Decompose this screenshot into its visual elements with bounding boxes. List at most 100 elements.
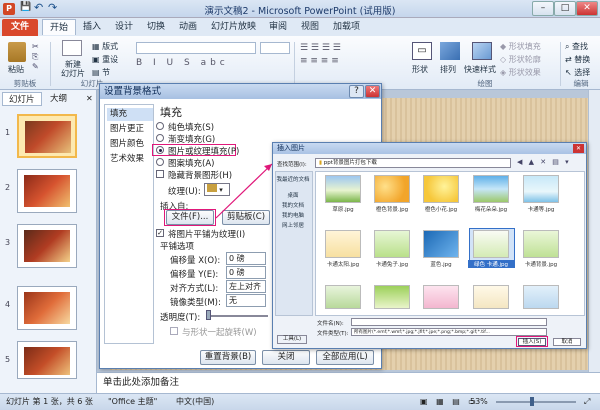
shape-effects-button[interactable]: ◈ 形状效果: [500, 67, 541, 78]
rotate-checkbox[interactable]: [170, 327, 178, 335]
new-slide-button[interactable]: 新建 幻灯片: [58, 60, 88, 78]
save-icon[interactable]: 💾: [20, 2, 31, 12]
cut-copy-icons[interactable]: ✂ ⎘ ✎: [32, 42, 42, 72]
solid-fill-radio[interactable]: [156, 122, 164, 130]
offset-y-input[interactable]: 0 磅: [226, 266, 266, 279]
minimize-button[interactable]: –: [532, 1, 554, 16]
select-button[interactable]: ↖ 选择: [565, 67, 590, 78]
shape-outline-button[interactable]: ◇ 形状轮廓: [500, 54, 541, 65]
help-button[interactable]: ?: [349, 85, 364, 98]
paste-button[interactable]: 粘贴: [8, 64, 24, 75]
zoom-slider[interactable]: [496, 401, 576, 403]
tab-outline-pane[interactable]: 大纲: [44, 92, 73, 106]
file-button[interactable]: 文件(F)...: [166, 210, 214, 225]
reset-background-button[interactable]: 重置背景(B): [200, 350, 256, 365]
slide-thumbnail[interactable]: [17, 114, 77, 158]
nav-fill[interactable]: 填充: [107, 108, 153, 121]
transparency-slider[interactable]: [208, 315, 268, 317]
transparency-slider-thumb[interactable]: [206, 310, 211, 320]
file-thumbnail[interactable]: [325, 175, 361, 203]
slide-thumbnail[interactable]: [17, 169, 77, 213]
file-thumbnail[interactable]: [374, 230, 410, 258]
filename-input[interactable]: [351, 318, 547, 326]
zoom-slider-thumb[interactable]: [530, 397, 534, 406]
nav-artistic-effects[interactable]: 艺术效果: [107, 153, 153, 166]
arrange-icon[interactable]: [440, 42, 460, 60]
close-button[interactable]: ✕: [576, 1, 598, 16]
tab-design[interactable]: 设计: [108, 19, 140, 35]
shape-fill-button[interactable]: ◆ 形状填充: [500, 41, 541, 52]
file-thumbnail[interactable]: [473, 285, 509, 309]
place-computer[interactable]: 我的电脑: [276, 211, 310, 219]
redo-icon[interactable]: ↷: [48, 1, 57, 14]
look-in-dropdown[interactable]: ▮ ppt背景图片打包下载: [315, 158, 511, 168]
file-thumbnail[interactable]: [423, 230, 459, 258]
dialog-close-button[interactable]: ✕: [365, 85, 380, 98]
nav-picture-corrections[interactable]: 图片更正: [107, 123, 153, 136]
tab-view[interactable]: 视图: [294, 19, 326, 35]
file-thumbnail[interactable]: [423, 285, 459, 309]
font-size-box[interactable]: [260, 42, 290, 54]
pattern-fill-radio[interactable]: [156, 158, 164, 166]
file-thumbnail[interactable]: [523, 285, 559, 309]
shape-button[interactable]: 形状: [412, 64, 428, 75]
hide-bg-checkbox[interactable]: [156, 170, 164, 178]
tab-insert[interactable]: 插入: [76, 19, 108, 35]
shape-icon[interactable]: ▭: [412, 42, 432, 60]
gradient-fill-radio[interactable]: [156, 134, 164, 142]
close-dialog-button[interactable]: 关闭: [262, 350, 310, 365]
font-box[interactable]: [136, 42, 256, 54]
file-thumbnail[interactable]: [374, 285, 410, 309]
close-pane-icon[interactable]: ✕: [86, 94, 93, 103]
replace-button[interactable]: ⇄ 替换: [565, 54, 590, 65]
tab-addins[interactable]: 加载项: [326, 19, 367, 35]
file-thumbnail[interactable]: [523, 175, 559, 203]
offset-x-input[interactable]: 0 磅: [226, 252, 266, 265]
reset-button[interactable]: ▣ 重设: [92, 54, 118, 65]
vertical-scrollbar[interactable]: [588, 90, 600, 372]
tab-file[interactable]: 文件: [2, 19, 38, 36]
layout-button[interactable]: ▦ 版式: [92, 41, 118, 52]
file-thumbnail[interactable]: [423, 175, 459, 203]
slide-thumbnail[interactable]: [17, 286, 77, 330]
tab-slideshow[interactable]: 幻灯片放映: [204, 19, 263, 35]
tab-transitions[interactable]: 切换: [140, 19, 172, 35]
font-format-buttons[interactable]: B I U S abc: [136, 58, 286, 70]
find-button[interactable]: ⌕ 查找: [565, 41, 588, 52]
tab-slides-pane[interactable]: 幻灯片: [2, 92, 42, 106]
tab-home[interactable]: 开始: [42, 19, 77, 35]
slide-thumbnail[interactable]: [17, 224, 77, 268]
dialog-close-button[interactable]: ✕: [573, 144, 584, 153]
place-recent[interactable]: 我最近的文档: [276, 175, 310, 183]
paste-icon[interactable]: [8, 42, 26, 62]
file-thumbnail[interactable]: [473, 175, 509, 203]
quick-styles-button[interactable]: 快速样式: [464, 64, 496, 75]
apply-all-button[interactable]: 全部应用(L): [316, 350, 374, 365]
notes-area[interactable]: 单击此处添加备注: [97, 372, 600, 393]
tab-animations[interactable]: 动画: [172, 19, 204, 35]
tools-button[interactable]: 工具(L): [277, 335, 307, 344]
cancel-button[interactable]: 取消: [553, 338, 581, 346]
nav-picture-color[interactable]: 图片颜色: [107, 138, 153, 151]
insert-button[interactable]: 插入(S): [518, 338, 546, 346]
tab-review[interactable]: 审阅: [262, 19, 294, 35]
section-button[interactable]: ▤ 节: [92, 67, 110, 78]
place-network[interactable]: 网上邻居: [276, 221, 310, 229]
quick-styles-icon[interactable]: [472, 42, 492, 60]
maximize-button[interactable]: □: [554, 1, 576, 16]
file-thumbnail[interactable]: [374, 175, 410, 203]
file-thumbnail[interactable]: [523, 230, 559, 258]
filetype-dropdown[interactable]: 所有图片(*.emf;*.wmf;*.jpg;*.jfif;*.jpe;*.pn…: [351, 328, 547, 336]
file-thumbnail[interactable]: [325, 285, 361, 309]
undo-icon[interactable]: ↶: [34, 1, 43, 14]
new-slide-icon[interactable]: [62, 40, 82, 56]
tile-checkbox[interactable]: ✓: [156, 229, 164, 237]
file-thumbnail[interactable]: [473, 230, 509, 258]
picture-fill-radio[interactable]: [156, 146, 164, 154]
arrange-button[interactable]: 排列: [440, 64, 456, 75]
mirror-dropdown[interactable]: 无: [226, 294, 266, 307]
fit-window-icon[interactable]: ⤢: [584, 394, 590, 410]
paragraph-buttons[interactable]: ☰ ☰ ☰ ☰ ≡ ≡ ≡ ≡: [300, 42, 400, 70]
file-thumbnail[interactable]: [325, 230, 361, 258]
alignment-dropdown[interactable]: 左上对齐: [226, 280, 266, 293]
